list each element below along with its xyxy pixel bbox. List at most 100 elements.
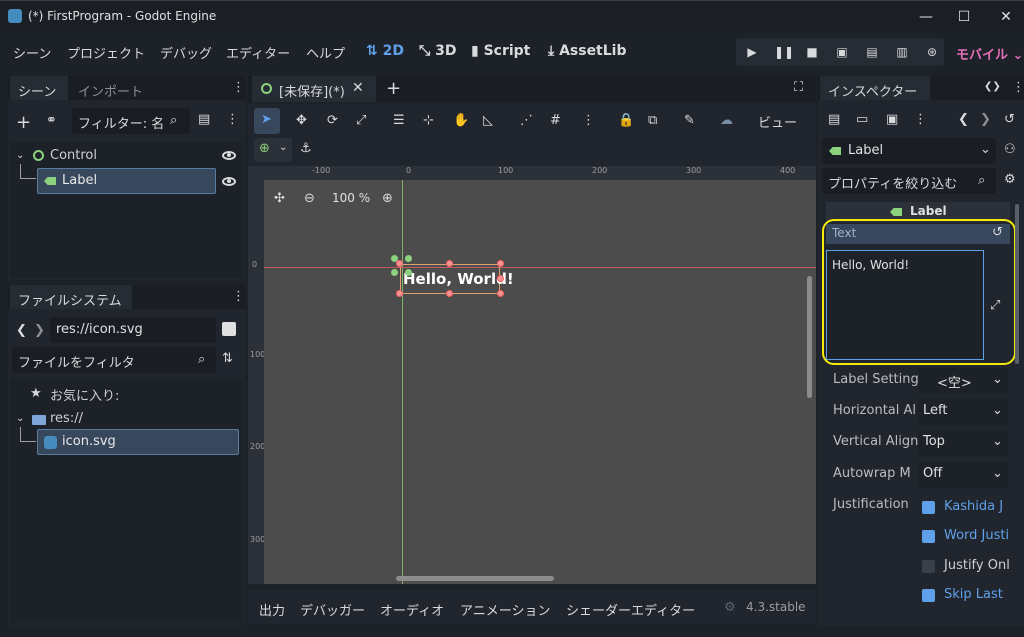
- history-forward-icon[interactable]: ❯: [980, 112, 991, 127]
- anchor-handle[interactable]: [405, 269, 412, 276]
- play-custom-scene-icon[interactable]: ▥: [894, 44, 910, 60]
- sort-icon[interactable]: ⇅: [222, 351, 233, 366]
- vertical-align-dropdown[interactable]: Top ⌄: [918, 430, 1008, 456]
- snap-options-icon[interactable]: ⋮: [582, 113, 595, 128]
- tab-filesystem[interactable]: ファイルシステム: [10, 285, 132, 309]
- close-tab-icon[interactable]: ✕: [352, 80, 364, 96]
- autowrap-mode-dropdown[interactable]: Off ⌄: [918, 462, 1008, 488]
- scene-menu-icon[interactable]: ⋮: [226, 112, 239, 127]
- rotate-tool-icon[interactable]: ⟳: [327, 113, 338, 128]
- resize-handle[interactable]: [497, 290, 504, 297]
- zoom-level[interactable]: 100 %: [332, 191, 370, 205]
- fs-path-input[interactable]: res://icon.svg: [50, 317, 216, 343]
- history-icon[interactable]: ↺: [1004, 112, 1015, 127]
- add-script-icon[interactable]: ▤: [198, 112, 210, 127]
- play-icon[interactable]: ▶: [744, 44, 760, 60]
- tab-unsaved-scene[interactable]: [未保存](*) ✕: [252, 76, 376, 102]
- resize-handle[interactable]: [497, 260, 504, 267]
- collapse-arrow-icon[interactable]: ⌄: [16, 413, 24, 424]
- new-resource-icon[interactable]: ▤: [828, 112, 840, 127]
- file-item-icon-svg[interactable]: icon.svg: [37, 429, 239, 455]
- canvas-viewport[interactable]: ✣ ⊖ 100 % ⊕ Hello, World!: [264, 180, 816, 584]
- close-window-button[interactable]: ✕: [996, 7, 1016, 27]
- skeleton-icon[interactable]: ☁: [720, 113, 733, 128]
- inspector-scrollbar[interactable]: [1015, 204, 1019, 364]
- collapse-arrow-icon[interactable]: ⌄: [16, 150, 24, 161]
- add-node-icon[interactable]: +: [16, 112, 31, 133]
- anchor-handle[interactable]: [405, 255, 412, 262]
- dock-menu-icon[interactable]: ⋮: [232, 80, 245, 95]
- back-arrow-icon[interactable]: ❮: [16, 323, 27, 338]
- anchor-preset-button[interactable]: ⊕ ⌄: [254, 138, 292, 162]
- bone-icon[interactable]: ✎: [684, 113, 695, 128]
- tree-node-control[interactable]: Control: [50, 148, 97, 163]
- favorites-label[interactable]: お気に入り:: [50, 385, 119, 404]
- horizontal-scrollbar[interactable]: [396, 576, 554, 581]
- resource-menu-icon[interactable]: ⋮: [914, 112, 927, 127]
- group-icon[interactable]: ⧉: [648, 113, 657, 128]
- tab-output[interactable]: 出力: [259, 600, 285, 619]
- visibility-eye-icon[interactable]: [222, 177, 236, 186]
- smart-snap-icon[interactable]: ⋰: [520, 113, 533, 128]
- open-resource-icon[interactable]: ▭: [856, 112, 868, 127]
- tab-animation[interactable]: アニメーション: [460, 600, 550, 619]
- stop-icon[interactable]: ■: [804, 44, 820, 60]
- resize-handle[interactable]: [396, 260, 403, 267]
- tab-scene[interactable]: シーン: [10, 76, 68, 100]
- minimize-button[interactable]: —: [916, 7, 936, 27]
- resize-handle[interactable]: [497, 275, 504, 282]
- anchor-icon[interactable]: ⚓: [300, 141, 312, 156]
- add-scene-tab-icon[interactable]: +: [386, 78, 401, 99]
- tab-import[interactable]: インポート: [78, 81, 143, 100]
- grid-snap-icon[interactable]: #: [550, 113, 561, 128]
- workspace-script[interactable]: ▮ Script: [471, 43, 530, 59]
- menu-project[interactable]: プロジェクト: [67, 43, 145, 62]
- menu-scene[interactable]: シーン: [13, 43, 51, 62]
- property-filter-input[interactable]: プロパティを絞り込む ⌕: [822, 168, 996, 194]
- tab-debugger[interactable]: デバッガー: [300, 600, 365, 619]
- node-select-dropdown[interactable]: Label ⌄: [822, 138, 996, 164]
- menu-help[interactable]: ヘルプ: [306, 43, 345, 62]
- justification-only[interactable]: Justify Onl: [922, 558, 1012, 576]
- menu-editor[interactable]: エディター: [226, 43, 290, 62]
- center-view-icon[interactable]: ✣: [274, 191, 285, 206]
- pause-icon[interactable]: ❚❚: [774, 44, 794, 60]
- pan-tool-icon[interactable]: ✋: [453, 113, 469, 128]
- visibility-eye-icon[interactable]: [222, 151, 236, 160]
- node-docs-icon[interactable]: ⚇: [1004, 142, 1016, 157]
- scene-filter-input[interactable]: フィルター: 名 ⌕: [72, 108, 190, 134]
- split-view-icon[interactable]: [222, 322, 236, 336]
- menu-debug[interactable]: デバッグ: [160, 43, 212, 62]
- resize-handle[interactable]: [446, 260, 453, 267]
- list-select-icon[interactable]: ☰: [393, 113, 405, 128]
- justification-kashida[interactable]: Kashida J: [922, 499, 1012, 517]
- zoom-out-icon[interactable]: ⊖: [304, 191, 315, 206]
- workspace-assetlib[interactable]: ⤓ AssetLib: [548, 43, 627, 59]
- horizontal-align-dropdown[interactable]: Left ⌄: [918, 399, 1008, 425]
- tab-audio[interactable]: オーディオ: [380, 600, 444, 619]
- view-menu[interactable]: ビュー: [758, 112, 797, 131]
- link-icon[interactable]: ⚭: [46, 113, 57, 128]
- movie-maker-icon[interactable]: ⊛: [924, 44, 940, 60]
- dock-menu-icon[interactable]: ⋮: [232, 289, 245, 304]
- resize-handle[interactable]: [396, 290, 403, 297]
- workspace-2d[interactable]: ⇅ 2D: [366, 43, 404, 59]
- anchor-handle[interactable]: [391, 255, 398, 262]
- history-back-icon[interactable]: ❮: [958, 112, 969, 127]
- scale-tool-icon[interactable]: ⤢: [356, 113, 366, 128]
- distraction-free-icon[interactable]: ⛶: [794, 80, 803, 95]
- inspector-tools-icon[interactable]: ⚙: [1004, 172, 1016, 187]
- tab-shader-editor[interactable]: シェーダーエディター: [566, 600, 695, 619]
- justification-word[interactable]: Word Justi: [922, 528, 1012, 546]
- forward-arrow-icon[interactable]: ❯: [34, 323, 45, 338]
- lock-icon[interactable]: 🔒: [618, 113, 634, 128]
- move-tool-icon[interactable]: ✥: [296, 113, 307, 128]
- save-resource-icon[interactable]: ▣: [886, 112, 898, 127]
- select-tool[interactable]: ➤: [254, 108, 280, 134]
- tab-inspector[interactable]: インスペクター: [820, 76, 930, 100]
- play-scene-icon[interactable]: ▤: [864, 44, 880, 60]
- resize-handle[interactable]: [446, 290, 453, 297]
- fs-filter-input[interactable]: ファイルをフィルタ ⌕: [12, 347, 216, 373]
- workspace-3d[interactable]: ⤡ 3D: [419, 43, 456, 59]
- renderer-select[interactable]: モバイル ⌄: [956, 44, 1023, 63]
